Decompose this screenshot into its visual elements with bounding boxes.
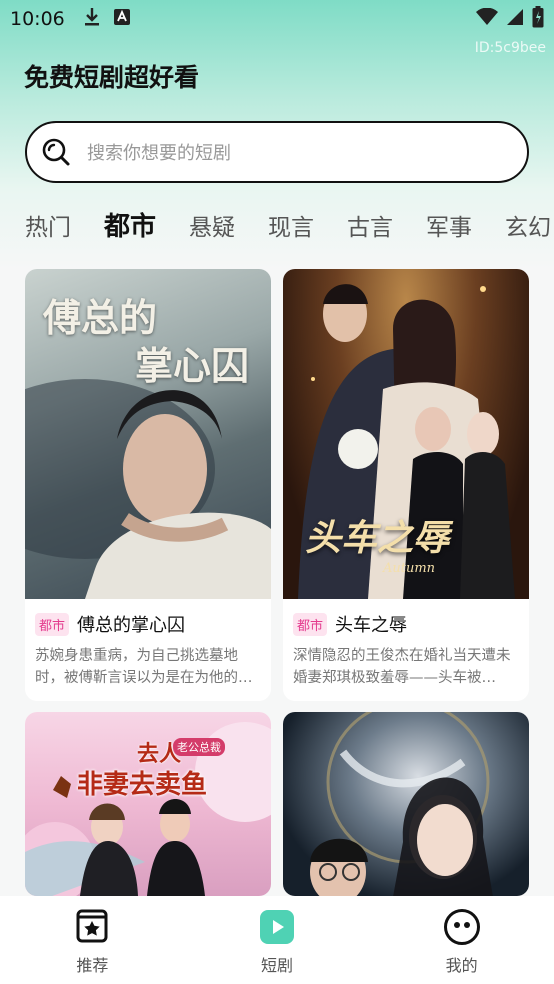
status-bar: 10:06 [0, 0, 554, 38]
poster-title-line1: 傅总的 [43, 295, 158, 340]
recommend-star-icon [73, 908, 111, 946]
cell-signal-icon [506, 8, 524, 30]
drama-description: 深情隐忍的王俊杰在婚礼当天遭未婚妻郑琪极致羞辱——头车被… [293, 648, 511, 686]
drama-card[interactable]: 傅总的 掌心囚 都市 傅总的掌心囚 苏婉身患重病，为自己挑选墓地时，被傅靳言误以… [25, 269, 271, 701]
nav-label: 我的 [445, 956, 478, 975]
tab-military[interactable]: 军事 [426, 208, 472, 258]
tab-ancient-romance[interactable]: 古言 [347, 208, 393, 258]
drama-poster[interactable] [283, 712, 529, 896]
watermark-id: ID:5c9bee [474, 40, 546, 56]
tab-fantasy[interactable]: 玄幻 [505, 208, 551, 258]
drama-description: 苏婉身患重病，为自己挑选墓地时，被傅靳言误以为是在为他的… [35, 648, 253, 686]
nav-label: 推荐 [76, 956, 109, 975]
nav-mine[interactable]: 我的 [402, 908, 522, 976]
download-icon [83, 7, 101, 31]
drama-poster[interactable]: 老公总裁 去人 非妻去卖鱼 [25, 712, 271, 896]
search-icon [41, 137, 71, 167]
nav-label: 短剧 [260, 956, 293, 975]
search-input[interactable]: 搜索你想要的短剧 [25, 121, 529, 183]
tab-modern-romance[interactable]: 现言 [268, 208, 314, 258]
battery-icon [532, 6, 544, 32]
drama-poster[interactable]: 头车之辱 Autumn [283, 269, 529, 599]
app-notification-icon [113, 8, 131, 30]
tab-hot[interactable]: 热门 [25, 208, 71, 258]
status-time: 10:06 [10, 8, 65, 30]
poster-subtitle: Autumn [383, 561, 436, 576]
genre-badge: 都市 [35, 612, 70, 636]
tab-suspense[interactable]: 悬疑 [189, 208, 235, 258]
poster-title-line2: 非妻去卖鱼 [77, 770, 208, 800]
poster-title-line2: 掌心囚 [135, 343, 250, 388]
wifi-icon [476, 7, 498, 30]
bottom-navigation: 推荐 短剧 我的 [0, 896, 554, 984]
poster-title-line1: 头车之辱 [305, 517, 450, 559]
category-tabs: 热门 都市 悬疑 现言 古言 军事 玄幻 [25, 208, 554, 258]
drama-card[interactable]: 头车之辱 Autumn 都市 头车之辱 深情隐忍的王俊杰在婚礼当天遭未婚妻郑琪极… [283, 269, 529, 701]
page-title: 免费短剧超好看 [24, 63, 200, 92]
drama-card[interactable] [283, 712, 529, 896]
profile-face-icon [443, 908, 481, 946]
drama-card[interactable]: 老公总裁 去人 非妻去卖鱼 [25, 712, 271, 896]
play-icon [258, 908, 296, 946]
drama-poster[interactable]: 傅总的 掌心囚 [25, 269, 271, 599]
search-placeholder: 搜索你想要的短剧 [87, 143, 231, 164]
tab-urban[interactable]: 都市 [104, 208, 156, 258]
nav-recommend[interactable]: 推荐 [32, 908, 152, 976]
drama-title: 傅总的掌心囚 [77, 615, 186, 636]
drama-title: 头车之辱 [335, 615, 408, 636]
nav-short-drama[interactable]: 短剧 [217, 908, 337, 976]
genre-badge: 都市 [293, 612, 328, 636]
